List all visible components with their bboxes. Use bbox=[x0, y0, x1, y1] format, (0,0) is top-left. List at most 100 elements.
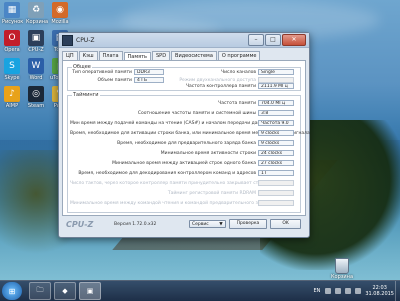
timing-value bbox=[258, 180, 294, 186]
tab-0[interactable]: ЦП bbox=[62, 51, 78, 60]
shortcut-label: Рисунок bbox=[2, 19, 24, 25]
timing-value: 9 clocks bbox=[258, 130, 294, 136]
shortcut-label: Skype bbox=[4, 75, 20, 81]
timing-label: Время, необходимое для предварительного … bbox=[117, 141, 256, 146]
shortcut-icon: ▦ bbox=[4, 2, 20, 18]
maximize-button[interactable]: □ bbox=[265, 34, 281, 46]
timing-value: 27 clocks bbox=[258, 160, 294, 166]
tab-6[interactable]: О программе bbox=[217, 51, 261, 60]
tray-battery-icon[interactable] bbox=[355, 288, 362, 294]
timing-label: Мин время между подачей команды на чтени… bbox=[70, 121, 270, 126]
memory-size-label: Объем памяти bbox=[97, 78, 132, 83]
window-title: CPU-Z bbox=[76, 36, 95, 44]
desktop-shortcut[interactable]: ▣ CPU-Z bbox=[26, 30, 46, 53]
shortcut-icon: ♪ bbox=[4, 86, 20, 102]
taskbar-app-button[interactable]: 🗀 bbox=[29, 282, 51, 300]
timing-label: Время, необходимое для декодирования кон… bbox=[78, 171, 256, 176]
shortcut-icon: O bbox=[4, 30, 20, 46]
language-indicator[interactable]: EN bbox=[313, 288, 320, 294]
tab-1[interactable]: Кэш bbox=[78, 51, 98, 60]
start-button[interactable]: ⊞ bbox=[2, 282, 22, 300]
tab-bar: ЦП Кэш Плата Память SPD Видеосистема О програм… bbox=[59, 48, 309, 61]
timing-value: 1T bbox=[258, 170, 294, 176]
shortcut-label: AIMP bbox=[5, 103, 19, 109]
timing-value: 24 clocks bbox=[258, 150, 294, 156]
chevron-down-icon: ▼ bbox=[219, 222, 223, 227]
shortcut-icon: ▣ bbox=[28, 30, 44, 46]
desktop-shortcut[interactable]: ◉ Mozilla bbox=[50, 2, 70, 25]
desktop-shortcut[interactable]: ♻ Корзина bbox=[26, 2, 49, 25]
cpuz-window: CPU-Z – □ ✕ ЦП Кэш Плата Память SPD Видеосист… bbox=[58, 32, 310, 238]
taskbar-app-button[interactable]: ▣ bbox=[79, 282, 101, 300]
channels-value: Single bbox=[258, 69, 294, 75]
trash-icon bbox=[335, 258, 349, 274]
shortcut-icon: ◎ bbox=[28, 86, 44, 102]
timing-value: Частота 9.0 bbox=[258, 120, 294, 126]
app-icon: ▣ bbox=[86, 287, 94, 295]
service-dropdown[interactable]: Сервис ▼ bbox=[188, 220, 226, 228]
timing-value bbox=[258, 200, 294, 206]
timing-label: Тайминг регистровой памяти RDRAM bbox=[167, 191, 256, 196]
taskbar-app-button[interactable]: ◆ bbox=[54, 282, 76, 300]
timing-value bbox=[258, 190, 294, 196]
shortcut-label: Steam bbox=[27, 103, 45, 109]
tab-2[interactable]: Плата bbox=[98, 51, 123, 60]
timing-label: Минимальное время между командой чтения … bbox=[70, 201, 273, 206]
timings-group: Тайминги Частота памяти 704.0 МГц Соотноше… bbox=[67, 92, 310, 213]
memory-size-value: 4 ГБ bbox=[134, 77, 164, 83]
shortcut-icon: ◉ bbox=[52, 2, 68, 18]
show-desktop-button[interactable] bbox=[395, 281, 400, 301]
timing-value: 3:8 bbox=[258, 110, 294, 116]
tab-4[interactable]: SPD bbox=[152, 51, 171, 60]
close-button[interactable]: ✕ bbox=[282, 34, 306, 46]
timing-label: Минимальное время активности строки bbox=[160, 151, 256, 156]
memory-type-value: DDR3 bbox=[134, 69, 164, 75]
timing-value: 704.0 МГц bbox=[258, 100, 294, 106]
shortcut-icon: W bbox=[28, 58, 44, 74]
shortcut-label: Корзина bbox=[26, 19, 49, 25]
desktop-shortcut[interactable]: O Opera bbox=[2, 30, 22, 53]
app-icon: ◆ bbox=[62, 287, 68, 295]
cpuz-logo: CPU-Z bbox=[66, 219, 94, 229]
nb-freq-label: Частота контроллера памяти bbox=[185, 84, 256, 89]
clock-date: 31.08.2015 bbox=[365, 291, 394, 297]
shortcut-label: CPU-Z bbox=[28, 47, 44, 53]
general-group: Общее Тип оперативной памяти DDR3 Объем … bbox=[67, 64, 301, 91]
windows-logo-icon: ⊞ bbox=[8, 286, 16, 296]
tray-network-icon[interactable] bbox=[335, 288, 342, 294]
desktop-shortcut[interactable]: W Word bbox=[26, 58, 46, 81]
timing-label: Время, необходимое для активации строки … bbox=[70, 131, 310, 136]
validate-button[interactable]: Проверка bbox=[228, 219, 268, 229]
shortcut-icon: S bbox=[4, 58, 20, 74]
window-footer: CPU-Z Версия 1.72.0.x32 Сервис ▼ Проверк… bbox=[62, 217, 304, 231]
timing-label: Число тактов, через которое контроллер п… bbox=[70, 181, 276, 186]
recycle-bin-icon[interactable]: Корзина bbox=[330, 258, 354, 280]
tray-flag-icon[interactable] bbox=[325, 288, 332, 294]
version-label: Версия 1.72.0.x32 bbox=[114, 221, 157, 227]
title-bar[interactable]: CPU-Z – □ ✕ bbox=[59, 33, 309, 48]
dc-mode-label: Режим двухканального доступа bbox=[179, 78, 256, 83]
cpuz-app-icon bbox=[62, 34, 73, 46]
desktop-shortcut[interactable]: S Skype bbox=[2, 58, 22, 81]
shortcut-icon: ♻ bbox=[28, 2, 44, 18]
timing-label: Соотношение частоты памяти и системной ш… bbox=[137, 111, 256, 116]
desktop-shortcut[interactable]: ▦ Рисунок bbox=[2, 2, 24, 25]
desktop-shortcut[interactable]: ◎ Steam bbox=[26, 86, 46, 109]
tray-volume-icon[interactable] bbox=[345, 288, 352, 294]
tab-5[interactable]: Видеосистема bbox=[171, 51, 217, 60]
minimize-button[interactable]: – bbox=[248, 34, 264, 46]
desktop-shortcut[interactable]: ♪ AIMP bbox=[2, 86, 22, 109]
channels-label: Число каналов bbox=[220, 70, 256, 75]
app-icon: 🗀 bbox=[36, 285, 44, 294]
timings-group-title: Тайминги bbox=[72, 92, 100, 98]
timing-value: 9 clocks bbox=[258, 140, 294, 146]
timing-label: Частота памяти bbox=[218, 101, 256, 106]
taskbar: ⊞ 🗀 ◆ ▣ EN 22:03 31.08.2015 bbox=[0, 280, 400, 301]
ok-button[interactable]: OK bbox=[270, 219, 301, 229]
service-label: Сервис bbox=[191, 222, 209, 227]
memory-panel: Общее Тип оперативной памяти DDR3 Объем … bbox=[62, 60, 310, 216]
taskbar-apps: 🗀 ◆ ▣ bbox=[26, 282, 101, 300]
clock[interactable]: 22:03 31.08.2015 bbox=[365, 285, 394, 297]
system-tray: EN 22:03 31.08.2015 bbox=[313, 282, 394, 300]
memory-type-label: Тип оперативной памяти bbox=[72, 70, 132, 75]
